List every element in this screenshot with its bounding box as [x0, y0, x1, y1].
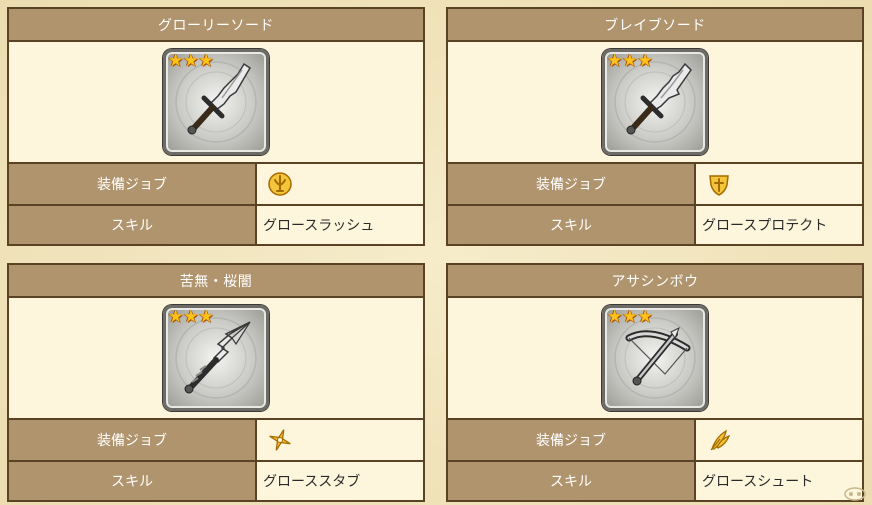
job-value: [257, 420, 423, 460]
star-icon: ★: [198, 307, 214, 327]
job-value: [696, 420, 862, 460]
weapon-image-cell: ★ ★ ★: [9, 298, 423, 420]
watermark-logo-icon: [844, 487, 866, 501]
weapon-name: アサシンボウ: [448, 265, 862, 298]
star-icon: ★: [168, 307, 184, 327]
rarity-stars: ★ ★ ★: [607, 53, 653, 70]
rarity-stars: ★ ★ ★: [168, 53, 214, 70]
weapon-icon-frame: ★ ★ ★: [163, 49, 269, 155]
skill-label: スキル: [9, 462, 257, 500]
skill-row: スキル グロースプロテクト: [448, 204, 862, 244]
job-row: 装備ジョブ: [9, 420, 423, 460]
star-icon: ★: [607, 307, 623, 327]
job-row: 装備ジョブ: [448, 420, 862, 460]
rarity-stars: ★ ★ ★: [168, 309, 214, 326]
weapon-name: ブレイブソード: [448, 9, 862, 42]
star-icon: ★: [637, 307, 653, 327]
skill-label: スキル: [448, 206, 696, 244]
skill-label: スキル: [448, 462, 696, 500]
skill-row: スキル グローススタブ: [9, 460, 423, 500]
feather-icon: [710, 429, 731, 451]
job-label: 装備ジョブ: [9, 164, 257, 204]
star-icon: ★: [607, 51, 623, 71]
job-value: [696, 164, 862, 204]
weapon-icon-frame: ★ ★ ★: [602, 49, 708, 155]
shuriken-icon: [269, 429, 291, 451]
skill-row: スキル グロースラッシュ: [9, 204, 423, 244]
weapon-name: 苦無・桜闇: [9, 265, 423, 298]
skill-value: グロースシュート: [696, 462, 862, 500]
weapon-image-cell: ★ ★ ★: [9, 42, 423, 164]
skill-value: グローススタブ: [257, 462, 423, 500]
shield-icon: [709, 175, 729, 196]
star-icon: ★: [622, 51, 638, 71]
job-label: 装備ジョブ: [448, 420, 696, 460]
weapon-icon-frame: ★ ★ ★: [602, 305, 708, 411]
weapon-card: グローリーソード ★ ★ ★ 装備ジョブ スキル グロースラッシュ: [7, 7, 425, 246]
skill-value: グロースラッシュ: [257, 206, 423, 244]
weapon-icon-frame: ★ ★ ★: [163, 305, 269, 411]
weapon-name: グローリーソード: [9, 9, 423, 42]
weapon-card: ブレイブソード ★ ★ ★ 装備ジョブ スキル グロースプロテクト: [446, 7, 864, 246]
weapon-card: 苦無・桜闇 ★ ★ ★ 装備ジョブ スキル グローススタブ: [7, 263, 425, 502]
skill-row: スキル グロースシュート: [448, 460, 862, 500]
star-icon: ★: [622, 307, 638, 327]
skill-label: スキル: [9, 206, 257, 244]
star-icon: ★: [198, 51, 214, 71]
job-label: 装備ジョブ: [9, 420, 257, 460]
job-label: 装備ジョブ: [448, 164, 696, 204]
skill-value: グロースプロテクト: [696, 206, 862, 244]
star-icon: ★: [183, 307, 199, 327]
weapon-image-cell: ★ ★ ★: [448, 42, 862, 164]
job-row: 装備ジョブ: [9, 164, 423, 204]
shield-crest-icon: [268, 172, 292, 196]
star-icon: ★: [183, 51, 199, 71]
star-icon: ★: [168, 51, 184, 71]
weapon-image-cell: ★ ★ ★: [448, 298, 862, 420]
rarity-stars: ★ ★ ★: [607, 309, 653, 326]
star-icon: ★: [637, 51, 653, 71]
weapon-card: アサシンボウ ★ ★ ★ 装備ジョブ スキル グロースシュート: [446, 263, 864, 502]
job-value: [257, 164, 423, 204]
job-row: 装備ジョブ: [448, 164, 862, 204]
